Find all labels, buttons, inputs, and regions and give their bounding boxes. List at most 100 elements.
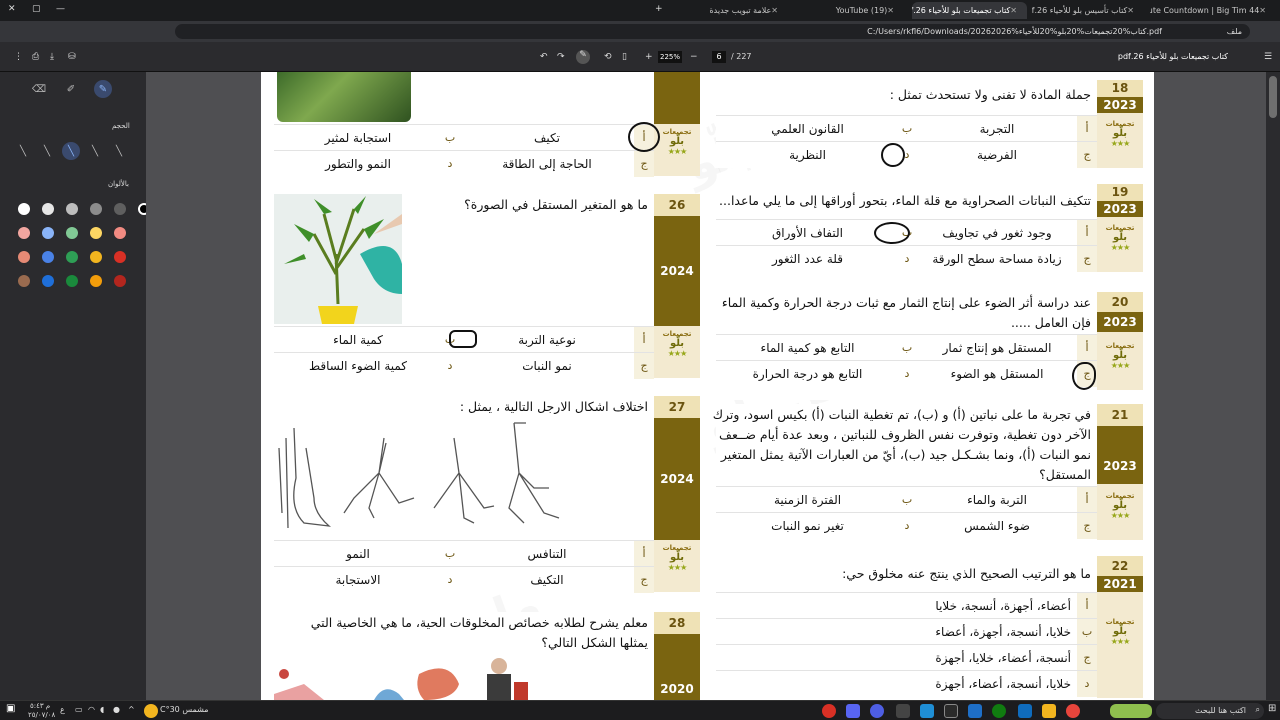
app-icon-edge[interactable] bbox=[920, 704, 934, 718]
sidebar-toggle-icon[interactable]: ☰ bbox=[1264, 52, 1272, 62]
mic-icon[interactable]: ● bbox=[113, 705, 120, 714]
close-window-icon[interactable]: ✕ bbox=[8, 4, 16, 14]
option-text[interactable]: استجابة لمثير bbox=[278, 125, 438, 151]
color-swatch[interactable] bbox=[114, 203, 126, 215]
close-tab-icon[interactable]: ✕ bbox=[1127, 6, 1134, 15]
new-tab-icon[interactable]: + bbox=[655, 4, 663, 14]
wifi-icon[interactable]: ◠ bbox=[88, 705, 95, 714]
notification-icon[interactable]: ▣ bbox=[6, 703, 15, 714]
option-text[interactable]: كمية الماء bbox=[278, 327, 438, 353]
page-number-field[interactable]: 6 bbox=[712, 51, 726, 63]
size-3-icon[interactable]: ╲ bbox=[62, 142, 80, 160]
option-text[interactable]: نمو النبات bbox=[462, 353, 632, 379]
fit-page-icon[interactable]: ▯ bbox=[622, 52, 627, 62]
size-5-icon[interactable]: ╲ bbox=[110, 142, 128, 160]
print-icon[interactable]: ⎙ bbox=[32, 52, 39, 62]
tab-youtube[interactable]: ✕ (19) YouTube bbox=[792, 2, 904, 19]
volume-icon[interactable]: ◖ bbox=[100, 705, 104, 714]
option-text[interactable]: الحاجة إلى الطاقة bbox=[462, 151, 632, 177]
option-text[interactable]: القانون العلمي bbox=[720, 116, 895, 142]
color-swatch[interactable] bbox=[90, 251, 102, 263]
color-swatch[interactable] bbox=[66, 203, 78, 215]
app-icon-xbox[interactable] bbox=[992, 704, 1006, 718]
zoom-in-icon[interactable]: + bbox=[645, 52, 653, 62]
zoom-out-icon[interactable]: − bbox=[690, 52, 698, 62]
color-swatch[interactable] bbox=[114, 227, 126, 239]
zoom-field[interactable]: 225% bbox=[658, 51, 682, 63]
tab-tajmeeat[interactable]: ✕كتاب تجميعات بلو للأحياء 26.pdf bbox=[912, 2, 1027, 19]
close-tab-icon[interactable]: ✕ bbox=[887, 6, 894, 15]
address-bar[interactable]: C:/Users/rkfl6/Downloads/2026كتاب%20تجمي… bbox=[175, 24, 1250, 39]
close-tab-icon[interactable]: ✕ bbox=[1259, 6, 1266, 15]
color-swatch[interactable] bbox=[42, 227, 54, 239]
option-text[interactable]: زيادة مساحة سطح الورقة bbox=[919, 246, 1075, 272]
option-text[interactable]: النظرية bbox=[720, 142, 895, 168]
option-text[interactable]: خلايا، أنسجة، أجهزة، أعضاء bbox=[871, 619, 1071, 645]
app-icon-store[interactable] bbox=[1018, 704, 1032, 718]
tab-new[interactable]: ✕ علامة تبويب جديدة bbox=[683, 2, 788, 19]
color-swatch[interactable] bbox=[18, 227, 30, 239]
app-icon-chat[interactable] bbox=[870, 704, 884, 718]
size-2-icon[interactable]: ╲ bbox=[38, 142, 56, 160]
language-icon[interactable]: ع bbox=[60, 705, 65, 714]
close-tab-icon[interactable]: ✕ bbox=[1010, 6, 1017, 15]
option-text[interactable]: ضوء الشمس bbox=[919, 513, 1075, 539]
size-1-icon[interactable]: ╲ bbox=[14, 142, 32, 160]
taskbar-search[interactable]: اكتب هنا للبحث ⌕ bbox=[1156, 703, 1264, 719]
color-swatch[interactable] bbox=[42, 275, 54, 287]
color-swatch[interactable] bbox=[18, 203, 30, 215]
battery-icon[interactable]: ▭ bbox=[75, 705, 83, 714]
option-text[interactable]: الاستجابة bbox=[278, 567, 438, 593]
color-swatch[interactable] bbox=[42, 203, 54, 215]
color-swatch[interactable] bbox=[90, 227, 102, 239]
option-text[interactable]: النمو والتطور bbox=[278, 151, 438, 177]
color-swatch[interactable] bbox=[18, 251, 30, 263]
draw-icon[interactable]: ✎ bbox=[576, 50, 590, 64]
redo-icon[interactable]: ↷ bbox=[557, 52, 565, 62]
tray-chevron-icon[interactable]: ^ bbox=[128, 705, 135, 714]
option-text[interactable]: التابع هو كمية الماء bbox=[720, 335, 895, 361]
start-icon[interactable]: ⊞ bbox=[1268, 703, 1276, 714]
option-text[interactable]: الفرضية bbox=[919, 142, 1075, 168]
app-icon-discord[interactable] bbox=[846, 704, 860, 718]
option-text[interactable]: المستقل هو إنتاج ثمار bbox=[919, 335, 1075, 361]
app-icon-folder[interactable] bbox=[1042, 704, 1056, 718]
option-text[interactable]: التجربة bbox=[919, 116, 1075, 142]
app-icon-steam[interactable] bbox=[944, 704, 958, 718]
option-text[interactable]: خلايا، أنسجة، أعضاء، أجهزة bbox=[871, 671, 1071, 697]
minimize-icon[interactable]: — bbox=[56, 4, 65, 14]
option-text[interactable]: قلة عدد الثغور bbox=[720, 246, 895, 272]
option-text[interactable]: وجود ثغور في تجاويف bbox=[919, 220, 1075, 246]
tab-countdown[interactable]: ✕44 Minute Countdown | Big Tim bbox=[1150, 2, 1276, 19]
color-swatch[interactable] bbox=[90, 203, 102, 215]
color-swatch[interactable] bbox=[42, 251, 54, 263]
more-icon[interactable]: ⋮ bbox=[14, 52, 23, 62]
color-swatch[interactable] bbox=[114, 251, 126, 263]
download-pdf-icon[interactable]: ⤓ bbox=[50, 52, 54, 62]
pen-icon[interactable]: ✎ bbox=[94, 80, 112, 98]
highlighter-icon[interactable]: ✐ bbox=[62, 80, 80, 98]
maximize-icon[interactable]: ▢ bbox=[32, 4, 41, 14]
option-text[interactable]: النمو bbox=[278, 541, 438, 567]
app-icon-chrome[interactable] bbox=[1066, 704, 1080, 718]
color-swatch[interactable] bbox=[66, 275, 78, 287]
rotate-icon[interactable]: ⟲ bbox=[604, 52, 612, 62]
color-swatch[interactable] bbox=[18, 275, 30, 287]
option-text[interactable]: كمية الضوء الساقط bbox=[278, 353, 438, 379]
eraser-icon[interactable]: ⌫ bbox=[30, 80, 48, 98]
widget-icon[interactable] bbox=[1110, 704, 1152, 718]
option-text[interactable]: التنافس bbox=[462, 541, 632, 567]
size-4-icon[interactable]: ╲ bbox=[86, 142, 104, 160]
option-text[interactable]: التكيف bbox=[462, 567, 632, 593]
option-text[interactable]: تغير نمو النبات bbox=[720, 513, 895, 539]
color-swatch[interactable] bbox=[114, 275, 126, 287]
color-swatch[interactable] bbox=[66, 227, 78, 239]
color-swatch[interactable] bbox=[90, 275, 102, 287]
option-text[interactable]: المستقل هو الضوء bbox=[919, 361, 1075, 387]
app-icon-grid[interactable] bbox=[896, 704, 910, 718]
option-text[interactable]: الفترة الزمنية bbox=[720, 487, 895, 513]
close-tab-icon[interactable]: ✕ bbox=[771, 6, 778, 15]
color-swatch[interactable] bbox=[66, 251, 78, 263]
save-icon[interactable]: ⛁ bbox=[68, 52, 76, 62]
app-icon-record[interactable] bbox=[822, 704, 836, 718]
